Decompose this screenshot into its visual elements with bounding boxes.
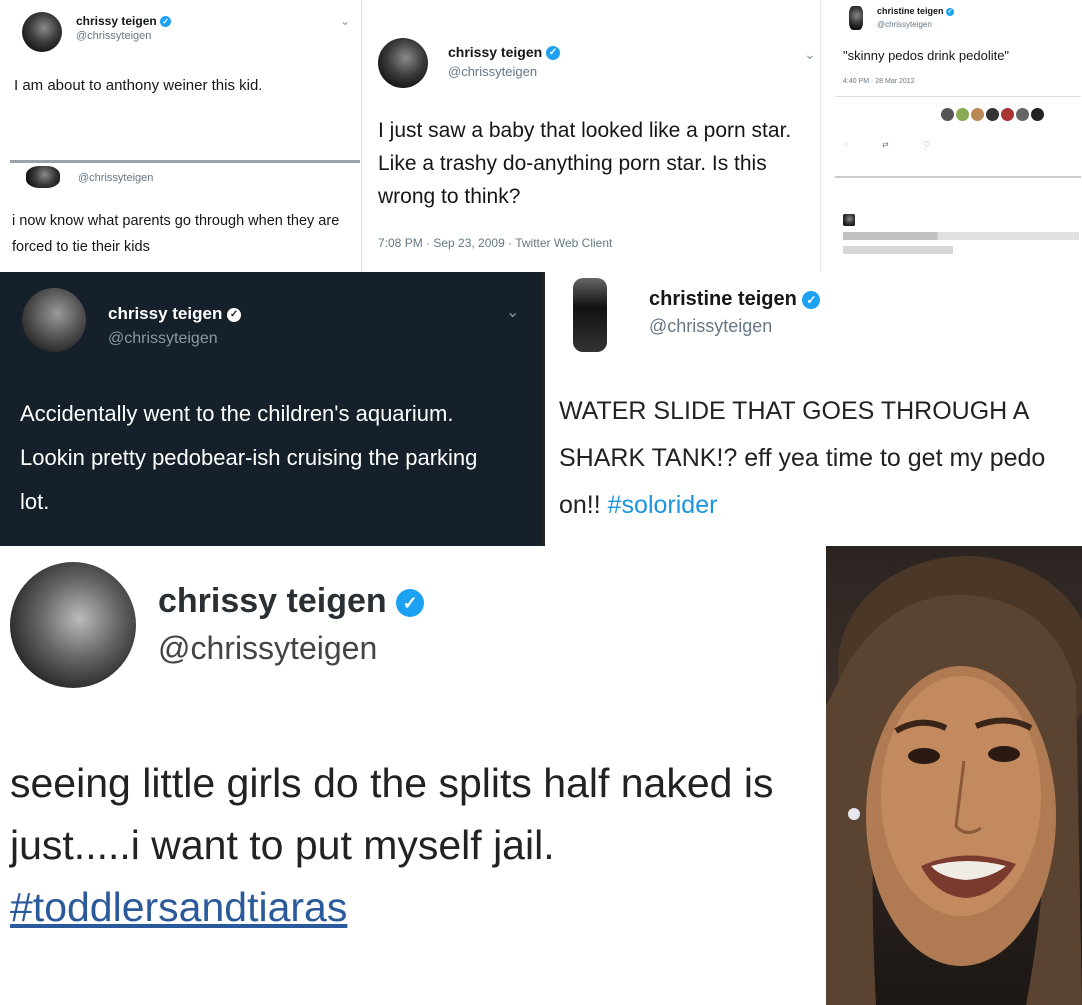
avatar[interactable] bbox=[26, 166, 60, 188]
avatar[interactable] bbox=[986, 108, 999, 121]
avatar[interactable] bbox=[1016, 108, 1029, 121]
likers-avatar-row bbox=[941, 108, 1081, 122]
tweet-panel-4: chrissy teigen ✓ @chrissyteigen ⌄ Accide… bbox=[0, 272, 542, 546]
chevron-down-icon[interactable]: ⌄ bbox=[506, 302, 519, 322]
verified-badge-icon: ✓ bbox=[946, 7, 955, 16]
earring bbox=[848, 808, 860, 820]
tweet-text: i now know what parents go through when … bbox=[12, 213, 340, 255]
avatar[interactable] bbox=[22, 12, 62, 52]
tweet-text: I just saw a baby that looked like a por… bbox=[378, 119, 792, 208]
display-name[interactable]: chrissy teigen bbox=[76, 14, 157, 28]
verified-badge-icon: ✓ bbox=[160, 16, 172, 28]
avatar[interactable] bbox=[849, 6, 863, 30]
tweet-text: I am about to anthony weiner this kid. bbox=[14, 77, 263, 94]
user-handle[interactable]: @chrissyteigen bbox=[877, 20, 932, 29]
avatar[interactable] bbox=[941, 108, 954, 121]
verified-badge-icon: ✓ bbox=[802, 290, 821, 309]
tweet-text: Accidentally went to the children's aqua… bbox=[20, 401, 478, 514]
tweet-body: seeing little girls do the splits half n… bbox=[10, 760, 774, 868]
tweet-text: seeing little girls do the splits half n… bbox=[10, 752, 822, 938]
reply-tweet-blurred bbox=[843, 246, 953, 254]
tweet-panel-1: chrissy teigen ✓ @chrissyteigen ⌄ I am a… bbox=[0, 0, 362, 272]
user-handle[interactable]: @chrissyteigen bbox=[108, 330, 218, 348]
chevron-down-icon[interactable]: ⌄ bbox=[340, 14, 350, 28]
tweet-text: WATER SLIDE THAT GOES THROUGH A SHARK TA… bbox=[559, 388, 1082, 529]
display-name[interactable]: chrissy teigen bbox=[108, 304, 222, 323]
user-handle[interactable]: @chrissyteigen bbox=[78, 172, 153, 184]
tweet-panel-3: christine teigen ✓ @chrissyteigen "skinn… bbox=[820, 0, 1082, 272]
verified-badge-icon: ✓ bbox=[546, 46, 561, 61]
divider bbox=[835, 176, 1081, 178]
eye bbox=[908, 748, 940, 764]
user-handle[interactable]: @chrissyteigen bbox=[448, 64, 537, 79]
retweet-icon[interactable]: ⇄ bbox=[882, 140, 889, 149]
chevron-down-icon[interactable]: ⌄ bbox=[804, 46, 816, 63]
hashtag-link[interactable]: #solorider bbox=[608, 491, 718, 519]
reply-tweet-blurred bbox=[843, 232, 1079, 240]
user-handle[interactable]: @chrissyteigen bbox=[76, 30, 151, 42]
avatar[interactable] bbox=[971, 108, 984, 121]
tweet-actions: ◌ ⇄ ♡ bbox=[843, 140, 930, 149]
avatar[interactable] bbox=[378, 38, 428, 88]
tweet-panel-5: christine teigen ✓ @chrissyteigen WATER … bbox=[542, 272, 1082, 546]
eye bbox=[988, 746, 1020, 762]
display-name[interactable]: christine teigen bbox=[649, 288, 797, 310]
tweet-panel-6: chrissy teigen ✓ @chrissyteigen seeing l… bbox=[0, 546, 826, 1005]
user-handle[interactable]: @chrissyteigen bbox=[649, 316, 772, 337]
avatar[interactable] bbox=[956, 108, 969, 121]
display-name[interactable]: christine teigen bbox=[877, 6, 944, 16]
display-name[interactable]: chrissy teigen bbox=[158, 582, 387, 620]
hashtag-link[interactable]: #toddlersandtiaras bbox=[10, 884, 347, 930]
display-name[interactable]: chrissy teigen bbox=[448, 44, 542, 60]
like-icon[interactable]: ♡ bbox=[923, 140, 930, 149]
divider bbox=[835, 96, 1081, 97]
reply-icon[interactable]: ◌ bbox=[843, 140, 848, 149]
user-handle[interactable]: @chrissyteigen bbox=[158, 630, 377, 667]
reaction-photo bbox=[826, 546, 1082, 1005]
avatar[interactable] bbox=[1001, 108, 1014, 121]
verified-badge-icon: ✓ bbox=[396, 589, 425, 618]
tweet-text: "skinny pedos drink pedolite" bbox=[843, 48, 1010, 63]
avatar[interactable] bbox=[10, 562, 136, 688]
tweet-timestamp[interactable]: 7:08 PM · Sep 23, 2009 · Twitter Web Cli… bbox=[378, 236, 612, 250]
avatar[interactable] bbox=[22, 288, 86, 352]
divider bbox=[10, 160, 360, 163]
avatar[interactable] bbox=[1031, 108, 1044, 121]
avatar[interactable] bbox=[843, 214, 855, 226]
verified-badge-icon: ✓ bbox=[227, 307, 242, 322]
tweet-timestamp[interactable]: 4:40 PM · 28 Mar 2012 bbox=[843, 78, 915, 85]
reaction-face-image bbox=[826, 556, 1082, 1005]
tweet-panel-2: chrissy teigen ✓ @chrissyteigen ⌄ I just… bbox=[362, 0, 820, 272]
avatar[interactable] bbox=[573, 278, 607, 352]
